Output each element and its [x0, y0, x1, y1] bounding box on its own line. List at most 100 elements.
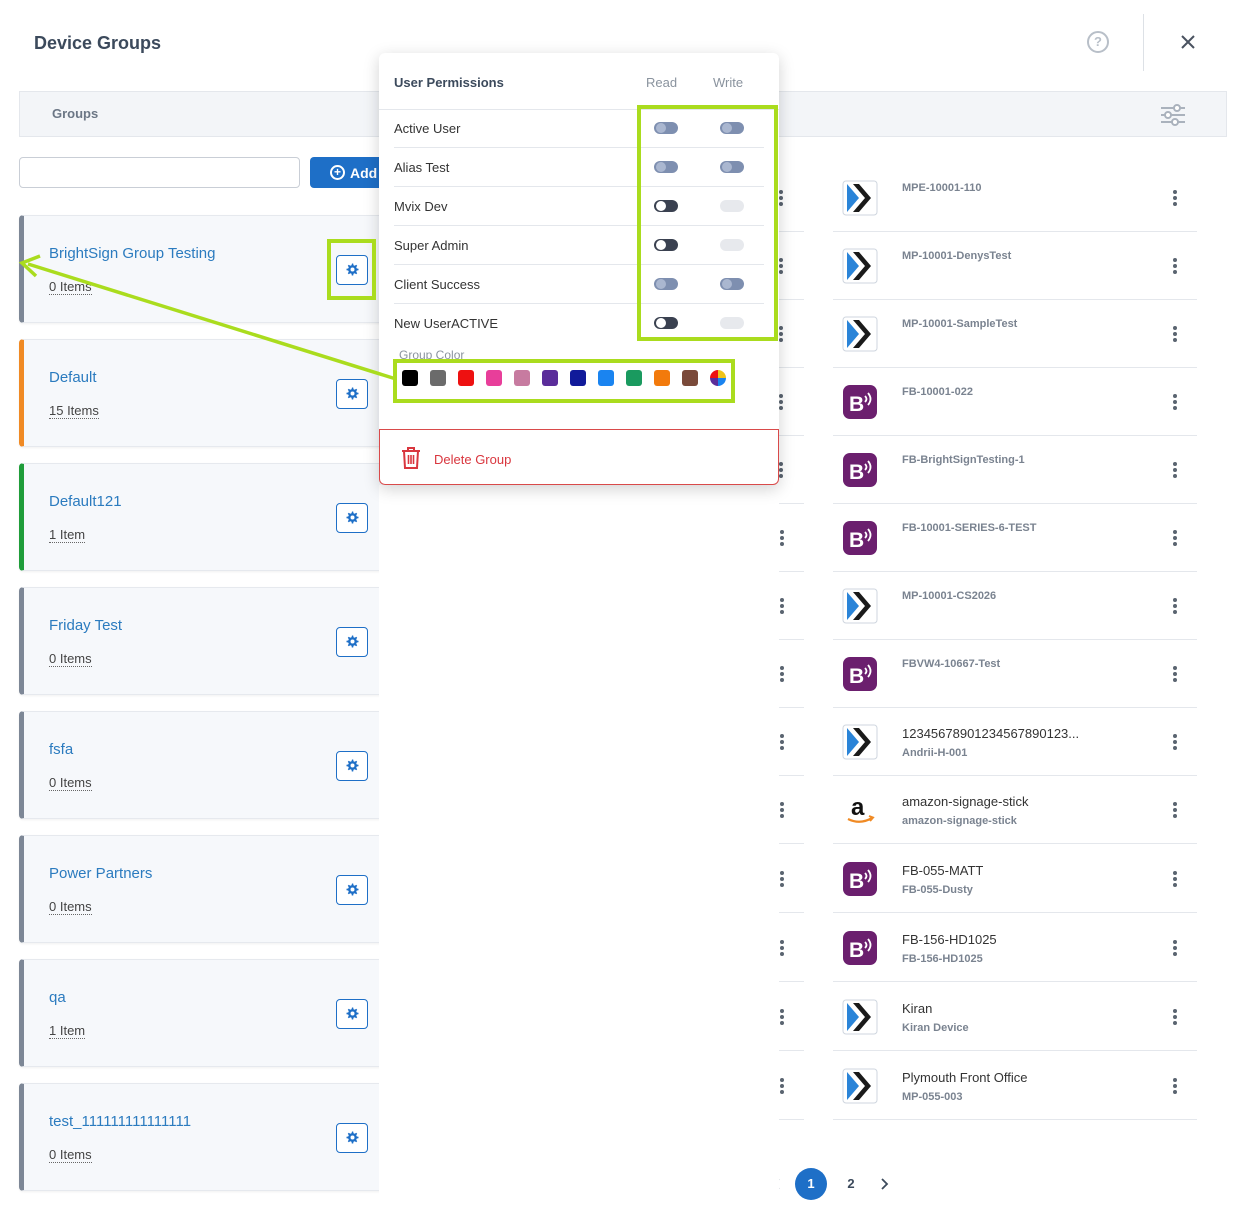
- group-item-count[interactable]: 1 Item: [49, 527, 86, 543]
- device-row[interactable]: MP-10001-DenysTest: [833, 232, 1197, 300]
- group-settings-button[interactable]: [336, 503, 368, 533]
- close-icon[interactable]: [1176, 30, 1200, 54]
- more-vertical-icon[interactable]: [779, 1009, 785, 1025]
- chevron-right-icon[interactable]: [877, 1177, 891, 1191]
- group-card[interactable]: Default 15 Items: [19, 339, 394, 447]
- more-vertical-icon[interactable]: [779, 326, 785, 342]
- device-name[interactable]: FB-156-HD1025: [902, 932, 997, 947]
- more-vertical-icon[interactable]: [1172, 734, 1178, 750]
- group-card[interactable]: Friday Test 0 Items: [19, 587, 394, 695]
- more-vertical-icon[interactable]: [779, 666, 785, 682]
- group-item-count[interactable]: 15 Items: [49, 403, 99, 419]
- more-vertical-icon[interactable]: [779, 871, 785, 887]
- more-vertical-icon[interactable]: [1172, 940, 1178, 956]
- device-name[interactable]: FB-055-MATT: [902, 863, 983, 878]
- more-vertical-icon[interactable]: [779, 190, 785, 206]
- device-row[interactable]: Plymouth Front Office MP-055-003: [833, 1052, 1197, 1120]
- more-vertical-icon[interactable]: [1172, 871, 1178, 887]
- amazon-device-icon: a: [847, 794, 875, 823]
- device-id[interactable]: FB-10001-022: [902, 386, 973, 398]
- more-vertical-icon[interactable]: [779, 802, 785, 818]
- group-item-count[interactable]: 0 Items: [49, 775, 92, 791]
- device-name[interactable]: Plymouth Front Office: [902, 1070, 1027, 1085]
- device-row[interactable]: MPE-10001-110: [833, 164, 1197, 232]
- more-vertical-icon[interactable]: [1172, 190, 1178, 206]
- device-row[interactable]: B FB-BrightSignTesting-1: [833, 436, 1197, 504]
- group-item-count[interactable]: 1 Item: [49, 1023, 86, 1039]
- group-settings-button[interactable]: [336, 875, 368, 905]
- gear-icon: [346, 759, 359, 772]
- device-id[interactable]: FB-10001-SERIES-6-TEST: [902, 522, 1036, 534]
- device-id[interactable]: MPE-10001-110: [902, 182, 982, 194]
- group-name[interactable]: fsfa: [49, 741, 73, 758]
- device-name[interactable]: amazon-signage-stick: [902, 794, 1028, 809]
- device-row[interactable]: Kiran Kiran Device: [833, 983, 1197, 1051]
- group-search-input[interactable]: [19, 157, 300, 188]
- more-vertical-icon[interactable]: [779, 940, 785, 956]
- device-row[interactable]: B FB-156-HD1025 FB-156-HD1025: [833, 914, 1197, 982]
- device-row[interactable]: B FB-10001-022: [833, 368, 1197, 436]
- more-vertical-icon[interactable]: [1172, 666, 1178, 682]
- group-settings-button[interactable]: [336, 379, 368, 409]
- group-card[interactable]: fsfa 0 Items: [19, 711, 394, 819]
- more-vertical-icon[interactable]: [1172, 1009, 1178, 1025]
- page-1-button[interactable]: 1: [795, 1168, 827, 1200]
- more-vertical-icon[interactable]: [1172, 258, 1178, 274]
- group-name[interactable]: test_111111111111111: [49, 1113, 191, 1130]
- more-vertical-icon[interactable]: [779, 462, 785, 478]
- more-vertical-icon[interactable]: [1172, 326, 1178, 342]
- permission-user-name: Client Success: [394, 277, 480, 292]
- group-card[interactable]: Power Partners 0 Items: [19, 835, 394, 943]
- more-vertical-icon[interactable]: [779, 1078, 785, 1094]
- more-vertical-icon[interactable]: [779, 258, 785, 274]
- device-row[interactable]: B FBVW4-10667-Test: [833, 640, 1197, 708]
- more-vertical-icon[interactable]: [1172, 1078, 1178, 1094]
- group-item-count[interactable]: 0 Items: [49, 651, 92, 667]
- group-settings-button[interactable]: [336, 1123, 368, 1153]
- device-name[interactable]: Kiran: [902, 1001, 932, 1016]
- add-group-button[interactable]: + Add: [310, 157, 390, 188]
- device-id[interactable]: MP-10001-CS2026: [902, 590, 996, 602]
- group-name[interactable]: qa: [49, 989, 66, 1006]
- group-name[interactable]: BrightSign Group Testing: [49, 245, 216, 262]
- device-row[interactable]: 12345678901234567890123... Andrii-H-001: [833, 708, 1197, 776]
- device-id[interactable]: FB-BrightSignTesting-1: [902, 454, 1025, 466]
- group-settings-button[interactable]: [336, 999, 368, 1029]
- more-vertical-icon[interactable]: [1172, 802, 1178, 818]
- group-settings-button[interactable]: [336, 627, 368, 657]
- device-row[interactable]: a amazon-signage-stick amazon-signage-stic…: [833, 776, 1197, 844]
- group-item-count[interactable]: 0 Items: [49, 899, 92, 915]
- device-id: FB-055-Dusty: [902, 884, 973, 896]
- more-vertical-icon[interactable]: [1172, 530, 1178, 546]
- more-vertical-icon[interactable]: [779, 598, 785, 614]
- more-vertical-icon[interactable]: [1172, 394, 1178, 410]
- device-id[interactable]: FBVW4-10667-Test: [902, 658, 1000, 670]
- more-vertical-icon[interactable]: [1172, 462, 1178, 478]
- device-row[interactable]: B FB-10001-SERIES-6-TEST: [833, 504, 1197, 572]
- group-card[interactable]: Default121 1 Item: [19, 463, 394, 571]
- group-card[interactable]: qa 1 Item: [19, 959, 394, 1067]
- more-vertical-icon[interactable]: [1172, 598, 1178, 614]
- more-vertical-icon[interactable]: [779, 530, 785, 546]
- group-name[interactable]: Default: [49, 369, 97, 386]
- group-name[interactable]: Default121: [49, 493, 122, 510]
- device-id[interactable]: MP-10001-SampleTest: [902, 318, 1017, 330]
- device-row[interactable]: MP-10001-SampleTest: [833, 300, 1197, 368]
- group-card[interactable]: test_111111111111111 0 Items: [19, 1083, 394, 1191]
- group-settings-button[interactable]: [336, 751, 368, 781]
- sliders-icon[interactable]: [1160, 103, 1186, 127]
- delete-group-button[interactable]: Delete Group: [379, 429, 779, 485]
- more-vertical-icon[interactable]: [779, 394, 785, 410]
- group-name[interactable]: Power Partners: [49, 865, 152, 882]
- device-row[interactable]: MP-10001-CS2026: [833, 572, 1197, 640]
- more-vertical-icon[interactable]: [779, 734, 785, 750]
- group-name[interactable]: Friday Test: [49, 617, 122, 634]
- device-id[interactable]: MP-10001-DenysTest: [902, 250, 1011, 262]
- group-item-count[interactable]: 0 Items: [49, 1147, 92, 1163]
- device-row[interactable]: B FB-055-MATT FB-055-Dusty: [833, 845, 1197, 913]
- help-circle-icon[interactable]: ?: [1087, 31, 1109, 53]
- device-id: FB-156-HD1025: [902, 953, 983, 965]
- device-name[interactable]: 12345678901234567890123...: [902, 726, 1079, 741]
- group-item-count[interactable]: 0 Items: [49, 279, 92, 295]
- page-2-button[interactable]: 2: [835, 1168, 867, 1200]
